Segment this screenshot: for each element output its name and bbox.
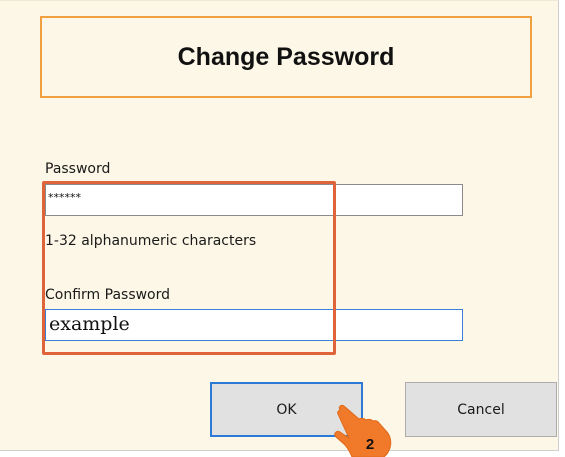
confirm-password-label: Confirm Password	[45, 287, 171, 303]
cancel-button[interactable]: Cancel	[405, 382, 557, 437]
dialog-title-box: Change Password	[40, 16, 532, 98]
step-number-label: 2	[366, 436, 374, 453]
password-label: Password	[45, 161, 111, 177]
pointing-hand-icon: 2	[334, 404, 392, 457]
change-password-dialog: Change Password Password ****** 1-32 alp…	[0, 0, 559, 451]
confirm-password-field[interactable]: example	[45, 309, 463, 341]
dialog-title: Change Password	[177, 42, 395, 71]
hand-shape	[334, 404, 392, 457]
password-hint: 1-32 alphanumeric characters	[45, 233, 257, 249]
password-field[interactable]: ******	[45, 184, 463, 216]
